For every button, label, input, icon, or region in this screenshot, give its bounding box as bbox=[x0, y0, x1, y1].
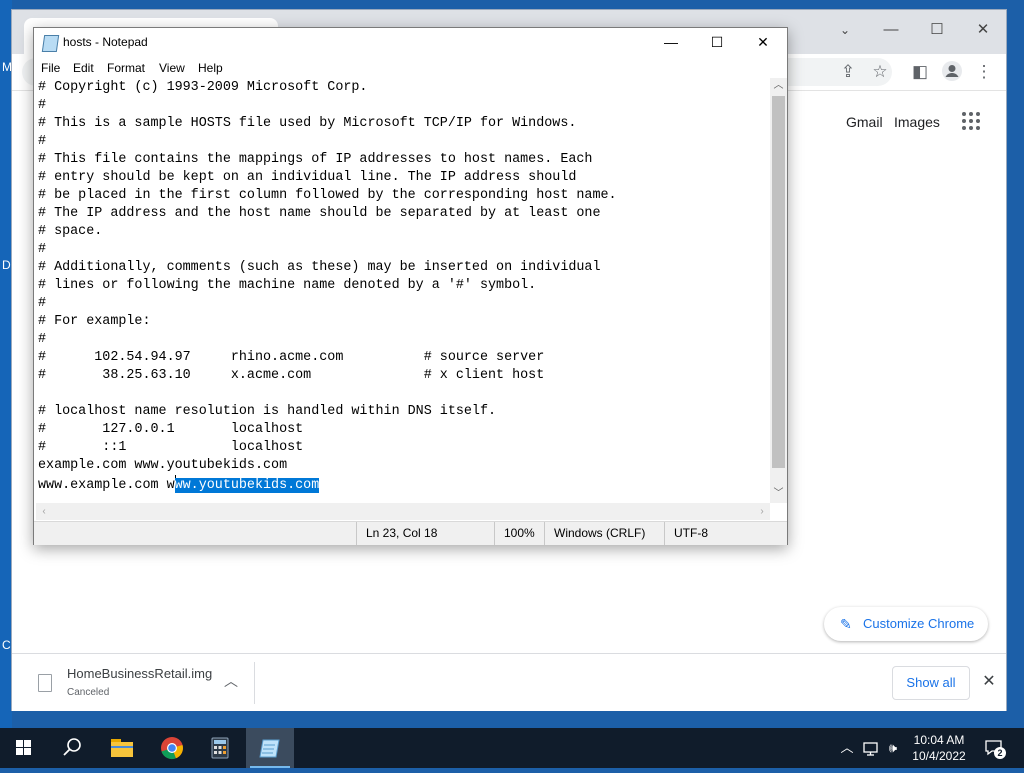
zoom-level: 100% bbox=[494, 522, 544, 545]
vertical-scrollbar[interactable]: ︿ ﹀ bbox=[770, 78, 787, 503]
chevron-up-icon[interactable]: ︿ bbox=[838, 738, 856, 758]
kebab-menu-icon[interactable]: ⋮ bbox=[972, 60, 996, 84]
scroll-up-icon[interactable]: ︿ bbox=[770, 78, 787, 94]
text-line: # entry should be kept on an individual … bbox=[38, 170, 577, 185]
download-status: Canceled bbox=[67, 687, 110, 698]
images-link[interactable]: Images bbox=[894, 114, 940, 130]
selected-text: ww.youtubekids.com bbox=[174, 478, 320, 493]
close-download-shelf-icon[interactable]: ✕ bbox=[978, 671, 1000, 693]
show-all-button[interactable]: Show all bbox=[892, 666, 970, 700]
customize-chrome-button[interactable]: ✎ Customize Chrome bbox=[824, 607, 988, 641]
scrollbar-thumb[interactable] bbox=[772, 96, 785, 468]
side-panel-icon[interactable]: ◧ bbox=[908, 60, 932, 84]
gmail-link[interactable]: Gmail bbox=[846, 114, 883, 130]
clock-time: 10:04 AM bbox=[913, 733, 965, 747]
volume-icon[interactable]: 🕪 bbox=[884, 738, 902, 758]
folder-icon bbox=[111, 739, 133, 757]
text-line: # space. bbox=[38, 224, 103, 239]
share-icon[interactable]: ⇪ bbox=[836, 60, 860, 84]
chrome-icon bbox=[161, 737, 183, 760]
maximize-icon[interactable]: ☐ bbox=[914, 16, 960, 44]
menu-format[interactable]: Format bbox=[107, 61, 145, 75]
tab-search-icon[interactable]: ⌄ bbox=[822, 16, 868, 44]
menu-help[interactable]: Help bbox=[198, 61, 223, 75]
search-button[interactable] bbox=[48, 728, 96, 768]
clock-date: 10/4/2022 bbox=[912, 749, 966, 763]
windows-logo-icon bbox=[16, 740, 31, 755]
network-icon[interactable] bbox=[862, 738, 880, 758]
bookmark-star-icon[interactable]: ☆ bbox=[868, 60, 892, 84]
download-filename: HomeBusinessRetail.img bbox=[67, 666, 213, 681]
text-line: # bbox=[38, 242, 47, 257]
scroll-left-icon[interactable]: ‹ bbox=[36, 503, 52, 520]
desktop-icon-label: D bbox=[2, 258, 11, 272]
apps-grid-icon[interactable] bbox=[962, 112, 982, 132]
menu-file[interactable]: File bbox=[41, 61, 60, 75]
text-line: # localhost name resolution is handled w… bbox=[38, 404, 497, 419]
maximize-icon[interactable]: ☐ bbox=[694, 28, 740, 56]
text-line: # ::1 localhost bbox=[38, 440, 304, 455]
text-line: # 102.54.94.97 rhino.acme.com # source s… bbox=[38, 350, 545, 365]
scroll-down-icon[interactable]: ﹀ bbox=[770, 486, 787, 502]
calculator-icon bbox=[211, 737, 229, 759]
download-shelf: HomeBusinessRetail.img Canceled ︿ Show a… bbox=[12, 653, 1006, 711]
customize-chrome-label: Customize Chrome bbox=[863, 616, 975, 631]
text-line: # Additionally, comments (such as these)… bbox=[38, 260, 601, 275]
close-icon[interactable]: ✕ bbox=[960, 16, 1006, 44]
taskbar: ︿ 🕪 10:04 AM 10/4/2022 2 bbox=[0, 728, 1024, 768]
clock[interactable]: 10:04 AM 10/4/2022 bbox=[906, 732, 972, 764]
scroll-right-icon[interactable]: › bbox=[754, 503, 770, 520]
text-line: # lines or following the machine name de… bbox=[38, 278, 537, 293]
minimize-icon[interactable]: — bbox=[648, 28, 694, 56]
cursor-position: Ln 23, Col 18 bbox=[356, 522, 494, 545]
text-line: # Copyright (c) 1993-2009 Microsoft Corp… bbox=[38, 80, 368, 95]
window-title: hosts - Notepad bbox=[63, 35, 148, 49]
desktop-icon-label: C bbox=[2, 638, 11, 652]
file-icon bbox=[38, 674, 52, 692]
notepad-title-bar[interactable]: hosts - Notepad — ☐ ✕ bbox=[34, 28, 787, 58]
text-editor[interactable]: # Copyright (c) 1993-2009 Microsoft Corp… bbox=[36, 79, 770, 503]
minimize-icon[interactable]: — bbox=[868, 16, 914, 44]
status-bar: Ln 23, Col 18 100% Windows (CRLF) UTF-8 bbox=[34, 521, 787, 545]
text-line: # bbox=[38, 296, 47, 311]
text-line: # be placed in the first column followed… bbox=[38, 188, 617, 203]
notepad-taskbar-button[interactable] bbox=[246, 728, 294, 768]
notification-center-button[interactable]: 2 bbox=[984, 738, 1006, 759]
text-line: # For example: bbox=[38, 314, 151, 329]
menu-edit[interactable]: Edit bbox=[73, 61, 94, 75]
pencil-icon: ✎ bbox=[840, 616, 852, 632]
line-ending: Windows (CRLF) bbox=[544, 522, 664, 545]
search-icon bbox=[63, 738, 81, 756]
close-icon[interactable]: ✕ bbox=[740, 28, 786, 56]
text-line-current: www.example.com www.youtubekids.com bbox=[38, 475, 320, 493]
desktop-background bbox=[0, 0, 12, 728]
start-button[interactable] bbox=[0, 728, 48, 768]
text-line: # The IP address and the host name shoul… bbox=[38, 206, 601, 221]
desktop-icon-label: M bbox=[2, 60, 12, 74]
chrome-taskbar-button[interactable] bbox=[148, 728, 196, 768]
text-line: example.com www.youtubekids.com bbox=[38, 458, 288, 473]
calculator-button[interactable] bbox=[196, 728, 244, 768]
text-line: # 127.0.0.1 localhost bbox=[38, 422, 304, 437]
text-line: # bbox=[38, 134, 47, 149]
text-line: # This file contains the mappings of IP … bbox=[38, 152, 593, 167]
encoding: UTF-8 bbox=[664, 522, 787, 545]
text-before-cursor: www.example.com w bbox=[38, 478, 175, 493]
profile-icon[interactable] bbox=[940, 60, 964, 84]
menu-bar: File Edit Format View Help bbox=[34, 58, 787, 78]
notepad-icon bbox=[41, 35, 60, 52]
download-item[interactable]: HomeBusinessRetail.img Canceled ︿ bbox=[22, 662, 255, 704]
notification-count: 2 bbox=[994, 747, 1006, 759]
file-explorer-button[interactable] bbox=[98, 728, 146, 768]
notepad-icon bbox=[259, 739, 280, 758]
text-line: # This is a sample HOSTS file used by Mi… bbox=[38, 116, 577, 131]
chevron-up-icon[interactable]: ︿ bbox=[220, 670, 242, 692]
notepad-window: hosts - Notepad — ☐ ✕ File Edit Format V… bbox=[33, 27, 788, 545]
menu-view[interactable]: View bbox=[159, 61, 185, 75]
horizontal-scrollbar[interactable]: ‹ › bbox=[36, 503, 770, 520]
text-line: # bbox=[38, 332, 47, 347]
text-line: # 38.25.63.10 x.acme.com # x client host bbox=[38, 368, 545, 383]
text-line: # bbox=[38, 98, 47, 113]
